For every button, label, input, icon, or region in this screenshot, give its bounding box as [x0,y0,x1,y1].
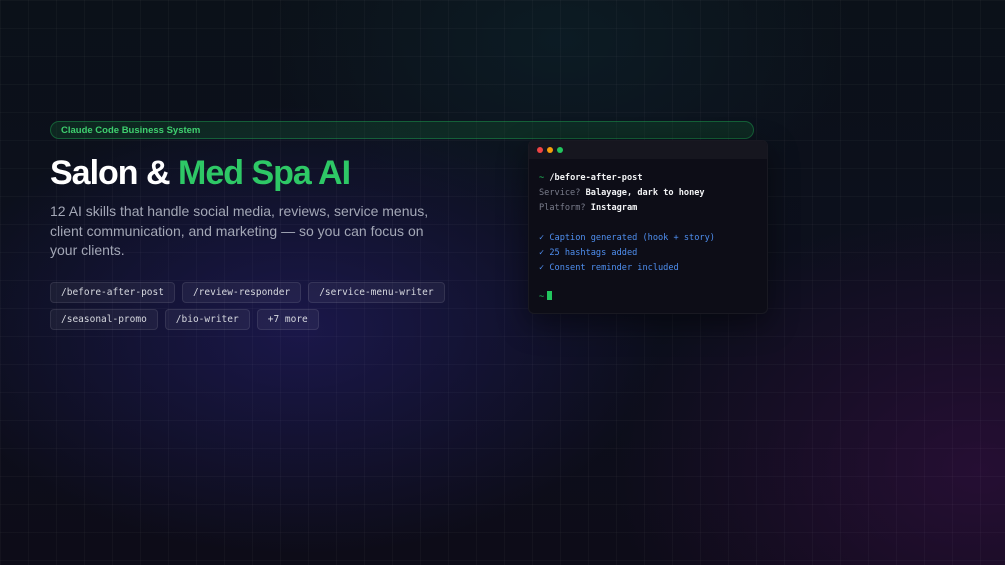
title-accent: Med Spa AI [178,154,351,192]
terminal-command: /before-after-post [549,173,643,183]
field-value: Balayage, dark to honey [585,188,705,198]
terminal-result: ✓ Caption generated (hook + story) [539,232,715,243]
terminal-input-line[interactable]: ~ [539,290,757,305]
terminal-window: ~ /before-after-post Service? Balayage, … [528,140,768,314]
system-badge: Claude Code Business System [50,121,754,139]
skill-chip-bio-writer[interactable]: /bio-writer [164,309,250,330]
terminal-result: ✓ 25 hashtags added [539,247,638,258]
terminal-cursor [547,291,553,300]
skill-chip-review-responder[interactable]: /review-responder [181,282,302,303]
system-badge-label: Claude Code Business System [61,124,201,136]
terminal-field-service: Service? Balayage, dark to honey [539,186,757,201]
field-label: Service? [539,188,581,198]
terminal-result: ✓ Consent reminder included [539,262,679,273]
skill-chip-service-menu-writer[interactable]: /service-menu-writer [308,282,445,303]
title-plain: Salon & [50,154,179,192]
skill-chips: /before-after-post /review-responder /se… [50,282,510,330]
page-title: Salon & Med Spa AI [50,152,351,194]
skill-chip-seasonal-promo[interactable]: /seasonal-promo [50,309,158,330]
prompt-symbol: ~ [539,173,545,183]
skill-chip-before-after-post[interactable]: /before-after-post [50,282,175,303]
terminal-field-platform: Platform? Instagram [539,201,757,216]
terminal-title-bar [529,141,767,159]
field-label: Platform? [539,203,586,213]
close-dot-icon [537,147,543,153]
maximize-dot-icon [557,147,563,153]
minimize-dot-icon [547,147,553,153]
terminal-command-line: ~ /before-after-post [539,171,757,186]
more-skills-chip[interactable]: +7 more [256,309,319,330]
terminal-body: ~ /before-after-post Service? Balayage, … [529,159,767,305]
prompt-symbol: ~ [539,292,545,302]
hero-description: 12 AI skills that handle social media, r… [50,203,429,258]
field-value: Instagram [590,203,638,213]
